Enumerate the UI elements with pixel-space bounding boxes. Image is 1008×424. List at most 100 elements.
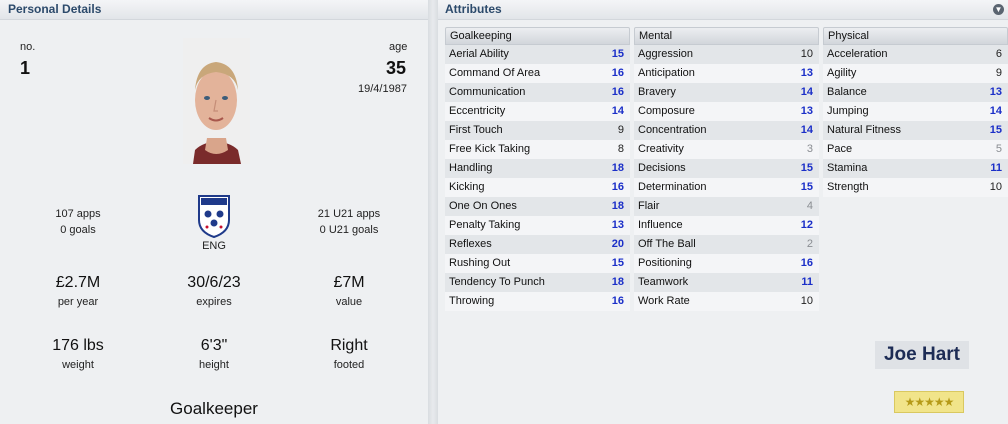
attribute-row[interactable]: First Touch 9 <box>445 121 630 140</box>
attribute-row[interactable]: Anticipation 13 <box>634 64 819 83</box>
chevron-down-icon[interactable]: ▼ <box>993 4 1004 15</box>
attribute-name: Flair <box>638 200 660 212</box>
mental-column: Mental Aggression 10 Anticipation 13 Bravery… <box>634 27 819 311</box>
attribute-row[interactable]: Stamina 11 <box>823 159 1008 178</box>
attribute-value: 16 <box>800 257 813 269</box>
attribute-value: 11 <box>801 276 813 288</box>
attribute-row[interactable]: Aerial Ability 15 <box>445 45 630 64</box>
attribute-name: Bravery <box>638 86 676 98</box>
attribute-value: 16 <box>611 181 624 193</box>
attribute-row[interactable]: Creativity 3 <box>634 140 819 159</box>
attribute-row[interactable]: Work Rate 10 <box>634 292 819 311</box>
attribute-value: 15 <box>800 162 813 174</box>
attribute-name: Stamina <box>827 162 868 174</box>
attribute-value: 8 <box>617 143 624 155</box>
attribute-value: 15 <box>611 257 624 269</box>
goalkeeping-column: Goalkeeping Aerial Ability 15 Command Of A… <box>445 27 630 311</box>
attribute-name: Command Of Area <box>449 67 541 79</box>
attribute-name: Tendency To Punch <box>449 276 545 288</box>
attribute-row[interactable]: Bravery 14 <box>634 83 819 102</box>
attribute-value: 6 <box>995 48 1002 60</box>
attribute-name: Influence <box>638 219 683 231</box>
attribute-row[interactable]: Communication 16 <box>445 83 630 102</box>
attribute-name: Composure <box>638 105 695 117</box>
attribute-name: Free Kick Taking <box>449 143 531 155</box>
attribute-row[interactable]: Reflexes 20 <box>445 235 630 254</box>
attribute-name: Natural Fitness <box>827 124 901 136</box>
attribute-value: 13 <box>611 219 624 231</box>
preferred-foot-value: Right <box>330 337 368 354</box>
physical-header: Physical <box>823 27 1008 45</box>
attribute-row[interactable]: Eccentricity 14 <box>445 102 630 121</box>
attribute-name: Anticipation <box>638 67 695 79</box>
attribute-name: Eccentricity <box>449 105 506 117</box>
attribute-row[interactable]: Pace 5 <box>823 140 1008 159</box>
attribute-row[interactable]: Determination 15 <box>634 178 819 197</box>
england-crest-icon <box>197 194 231 239</box>
attribute-row[interactable]: Rushing Out 15 <box>445 254 630 273</box>
attribute-value: 14 <box>800 124 813 136</box>
goalkeeping-list: Aerial Ability 15 Command Of Area 16 Communi… <box>445 45 630 311</box>
attribute-row[interactable]: Throwing 16 <box>445 292 630 311</box>
attribute-value: 14 <box>800 86 813 98</box>
attribute-value: 10 <box>989 181 1002 193</box>
attribute-name: Jumping <box>827 105 869 117</box>
weight-label: weight <box>62 359 94 371</box>
attribute-row[interactable]: Off The Ball 2 <box>634 235 819 254</box>
attribute-row[interactable]: Handling 18 <box>445 159 630 178</box>
attribute-row[interactable]: Free Kick Taking 8 <box>445 140 630 159</box>
attribute-value: 14 <box>611 105 624 117</box>
attribute-value: 10 <box>800 295 813 307</box>
contract-expiry-label: expires <box>196 296 232 308</box>
attribute-value: 15 <box>800 181 813 193</box>
attribute-value: 18 <box>611 162 624 174</box>
contract-expiry-value: 30/6/23 <box>187 274 241 291</box>
squad-number: 1 <box>20 58 31 78</box>
attribute-value: 15 <box>611 48 624 60</box>
attribute-value: 10 <box>800 48 813 60</box>
attribute-row[interactable]: Kicking 16 <box>445 178 630 197</box>
player-photo <box>183 38 250 164</box>
attribute-row[interactable]: Jumping 14 <box>823 102 1008 121</box>
attribute-row[interactable]: One On Ones 18 <box>445 197 630 216</box>
attribute-row[interactable]: Strength 10 <box>823 178 1008 197</box>
attribute-name: Reflexes <box>449 238 492 250</box>
attribute-row[interactable]: Teamwork 11 <box>634 273 819 292</box>
attribute-value: 15 <box>989 124 1002 136</box>
attribute-row[interactable]: Balance 13 <box>823 83 1008 102</box>
attribute-row[interactable]: Flair 4 <box>634 197 819 216</box>
weight-value: 176 lbs <box>52 337 104 354</box>
attribute-row[interactable]: Composure 13 <box>634 102 819 121</box>
attribute-value: 4 <box>806 200 813 212</box>
attribute-row[interactable]: Concentration 14 <box>634 121 819 140</box>
attribute-row[interactable]: Penalty Taking 13 <box>445 216 630 235</box>
wage-label: per year <box>57 296 99 308</box>
number-label: no. <box>20 41 36 53</box>
player-position: Goalkeeper <box>170 399 258 418</box>
attribute-name: Positioning <box>638 257 692 269</box>
player-name: Joe Hart <box>875 341 969 369</box>
attribute-name: First Touch <box>449 124 503 136</box>
attribute-value: 18 <box>611 200 624 212</box>
attribute-value: 13 <box>989 86 1002 98</box>
attribute-row[interactable]: Acceleration 6 <box>823 45 1008 64</box>
attribute-row[interactable]: Command Of Area 16 <box>445 64 630 83</box>
panel-splitter[interactable] <box>428 0 438 424</box>
attribute-row[interactable]: Natural Fitness 15 <box>823 121 1008 140</box>
attribute-value: 13 <box>800 67 813 79</box>
attribute-row[interactable]: Agility 9 <box>823 64 1008 83</box>
attribute-value: 18 <box>611 276 624 288</box>
physical-list: Acceleration 6 Agility 9 Balance 13 Jumping 14 N… <box>823 45 1008 197</box>
attribute-name: Strength <box>827 181 869 193</box>
attribute-row[interactable]: Tendency To Punch 18 <box>445 273 630 292</box>
attribute-row[interactable]: Positioning 16 <box>634 254 819 273</box>
attribute-row[interactable]: Decisions 15 <box>634 159 819 178</box>
wage-value: £2.7M <box>55 274 101 291</box>
attribute-value: 3 <box>806 143 813 155</box>
attribute-name: Throwing <box>449 295 495 307</box>
attribute-row[interactable]: Aggression 10 <box>634 45 819 64</box>
nationality-code: ENG <box>202 240 226 252</box>
attribute-row[interactable]: Influence 12 <box>634 216 819 235</box>
attribute-value: 5 <box>995 143 1002 155</box>
attribute-name: Penalty Taking <box>449 219 521 231</box>
